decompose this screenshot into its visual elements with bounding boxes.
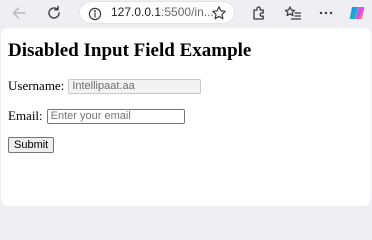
browser-toolbar: 127.0.0.1:5500/in... <box>0 0 372 27</box>
browser-window: 127.0.0.1:5500/in... Disabled Input Fiel… <box>0 0 372 207</box>
page-content: Disabled Input Field Example Username: E… <box>1 28 371 206</box>
reload-icon[interactable] <box>43 2 65 24</box>
username-row: Username: <box>8 78 202 94</box>
page-title: Disabled Input Field Example <box>8 40 252 61</box>
username-input <box>68 78 202 94</box>
url-text[interactable]: 127.0.0.1:5500/in... <box>111 5 214 19</box>
email-row: Email: <box>8 108 185 124</box>
copilot-icon[interactable] <box>346 2 368 24</box>
address-bar[interactable]: 127.0.0.1:5500/in... <box>79 1 235 24</box>
more-icon[interactable] <box>315 2 337 24</box>
username-label: Username: <box>8 78 65 93</box>
submit-button[interactable]: Submit <box>8 137 55 153</box>
extensions-icon[interactable] <box>248 2 270 24</box>
url-host: 127.0.0.1 <box>111 5 162 19</box>
email-label: Email: <box>8 108 43 123</box>
back-arrow-icon[interactable] <box>8 2 30 24</box>
email-input[interactable] <box>46 108 185 124</box>
info-icon[interactable] <box>88 6 102 21</box>
favorites-icon[interactable] <box>282 2 304 24</box>
url-path: :5500/in... <box>161 5 214 19</box>
star-icon[interactable] <box>211 5 227 21</box>
